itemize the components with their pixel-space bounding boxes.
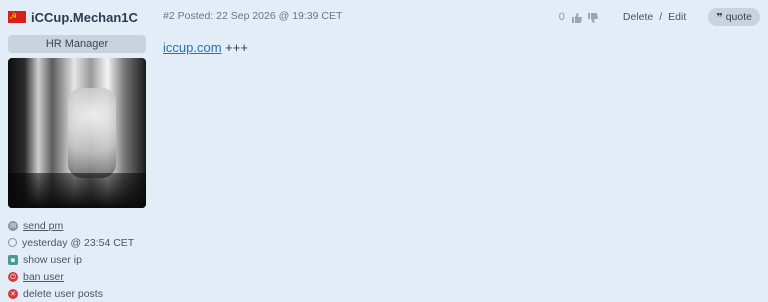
- quote-label: quote: [725, 11, 752, 23]
- author-role-badge: HR Manager: [8, 35, 146, 53]
- user-actions: ✉ send pm yesterday @ 23:54 CET ▪ show u…: [8, 217, 148, 302]
- post-text: +++: [225, 40, 248, 55]
- post-content: iccup.com +++: [163, 40, 248, 55]
- author-header: ☭ iCCup.Mechan1C: [8, 8, 148, 26]
- posted-label: Posted:: [177, 10, 214, 22]
- ban-user-link[interactable]: ban user: [23, 271, 64, 283]
- edit-post-button[interactable]: Edit: [668, 11, 686, 23]
- send-pm-link[interactable]: send pm: [23, 220, 63, 232]
- delete-icon: ✕: [8, 288, 18, 299]
- ban-user-action[interactable]: ⏻ ban user: [8, 268, 148, 285]
- rating-count: 0: [558, 11, 565, 23]
- show-ip-action[interactable]: ▪ show user ip: [8, 251, 148, 268]
- avatar-figure: [68, 88, 116, 178]
- admin-actions: Delete / Edit: [623, 11, 686, 23]
- clock-icon: [8, 238, 17, 247]
- flag-symbol: ☭: [9, 11, 18, 21]
- thumbs-up-icon[interactable]: [571, 11, 583, 23]
- delete-posts-action[interactable]: ✕ delete user posts: [8, 285, 148, 302]
- power-icon: ⏻: [8, 271, 18, 282]
- last-seen-text: yesterday @ 23:54 CET: [22, 236, 135, 249]
- author-username[interactable]: iCCup.Mechan1C: [31, 10, 138, 25]
- delete-posts-label[interactable]: delete user posts: [23, 288, 103, 300]
- thumbs-down-icon[interactable]: [587, 11, 599, 23]
- send-pm-action[interactable]: ✉ send pm: [8, 217, 148, 234]
- avatar-shade: [8, 173, 146, 208]
- ip-icon: ▪: [8, 254, 18, 265]
- delete-post-button[interactable]: Delete: [623, 11, 653, 23]
- quote-button[interactable]: ❞ quote: [708, 8, 760, 26]
- country-flag-icon: ☭: [8, 11, 26, 23]
- quote-icon: ❞: [716, 11, 723, 24]
- post-link[interactable]: iccup.com: [163, 40, 222, 55]
- author-avatar[interactable]: [8, 58, 146, 208]
- post-date: 22 Sep 2026 @ 19:39 CET: [216, 10, 343, 22]
- admin-separator: /: [659, 11, 663, 23]
- show-ip-label[interactable]: show user ip: [23, 254, 82, 266]
- author-panel: ☭ iCCup.Mechan1C HR Manager ✉ send pm ye…: [8, 8, 148, 302]
- post-number[interactable]: #2: [163, 10, 175, 22]
- post-header: #2 Posted: 22 Sep 2026 @ 19:39 CET: [163, 10, 342, 22]
- post-toolbar: 0 Delete / Edit ❞ quote: [559, 8, 760, 26]
- last-seen: yesterday @ 23:54 CET: [8, 234, 148, 251]
- message-icon: ✉: [8, 220, 18, 231]
